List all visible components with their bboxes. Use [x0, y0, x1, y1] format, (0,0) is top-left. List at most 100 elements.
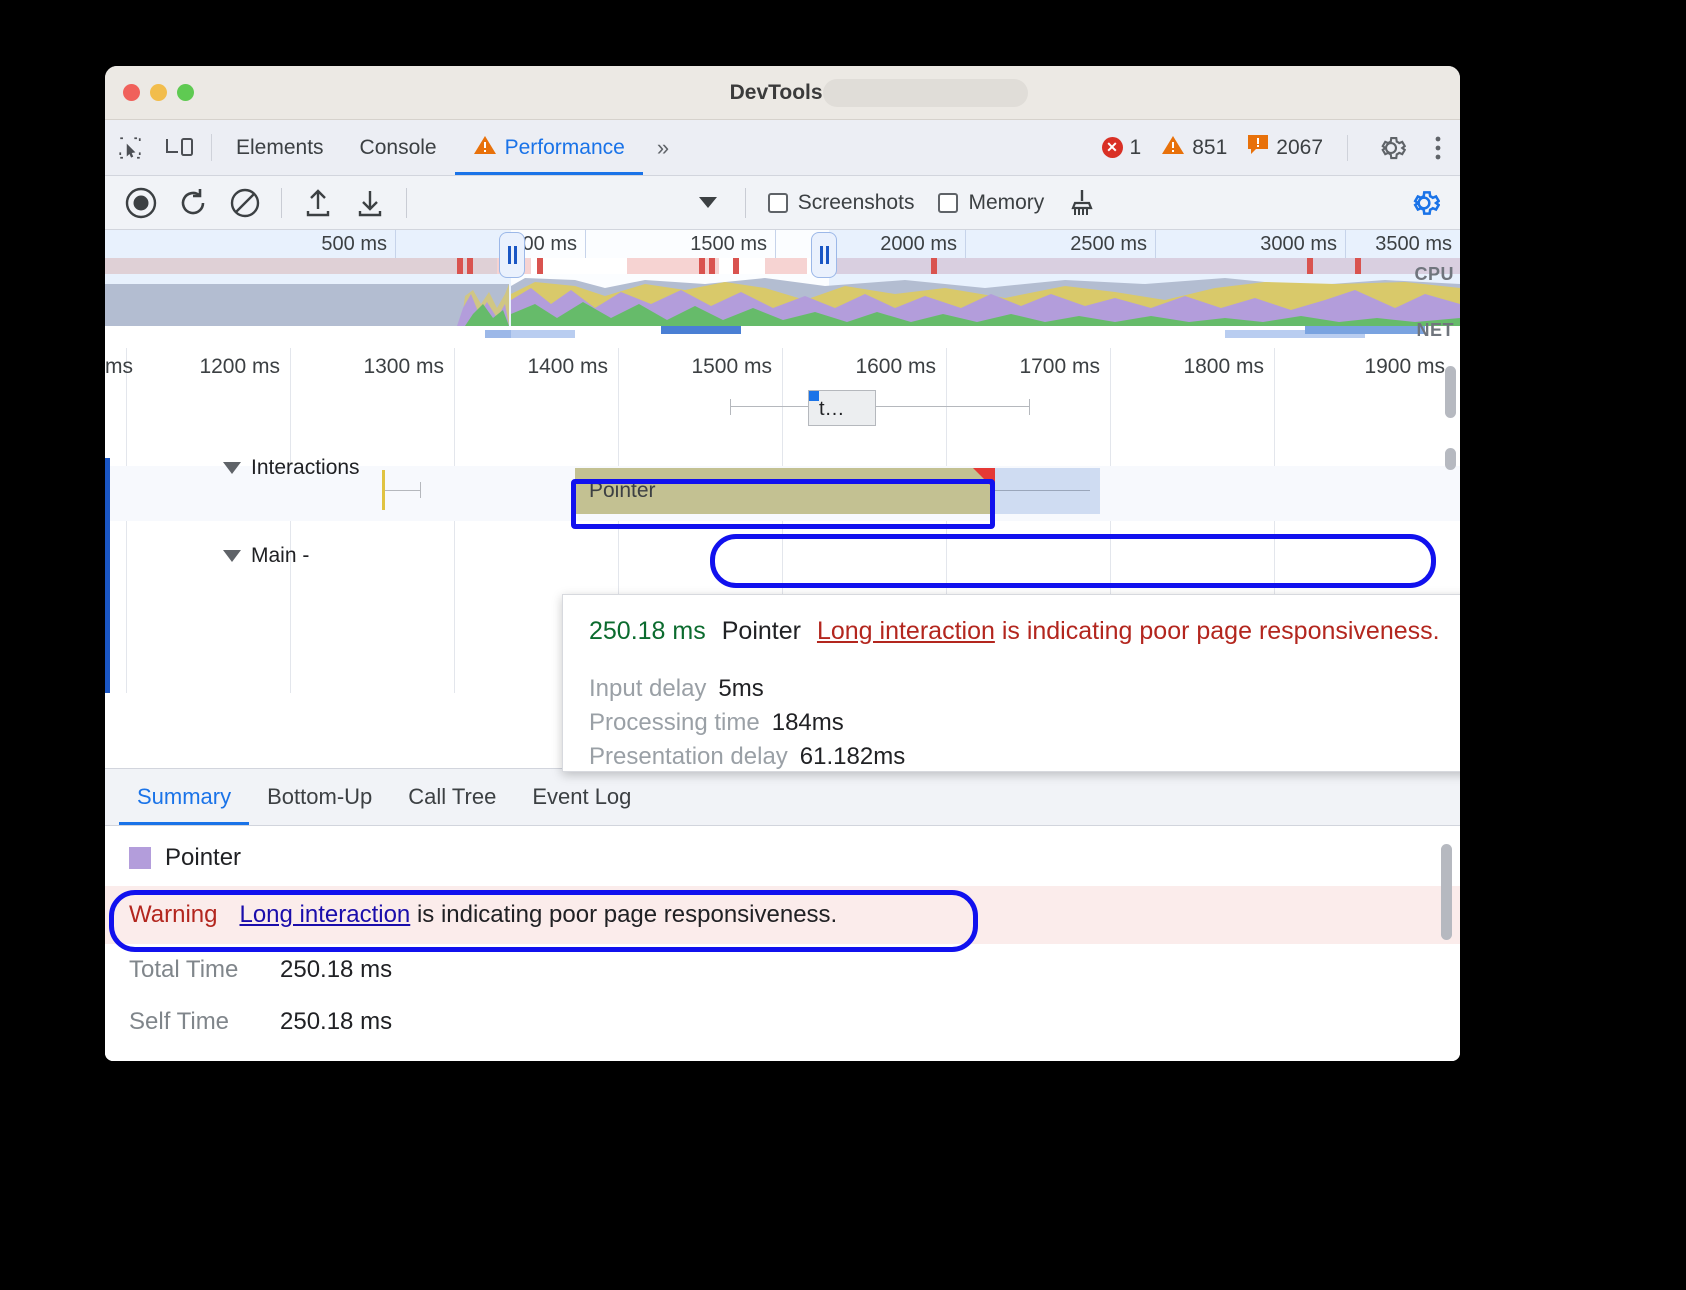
tooltip-row-key: Presentation delay: [589, 740, 788, 774]
tab-call-tree-label: Call Tree: [408, 784, 496, 810]
tab-console[interactable]: Console: [342, 120, 455, 175]
issue-counter[interactable]: 2067: [1241, 134, 1329, 162]
performance-toolbar: Screenshots Memory: [105, 176, 1460, 230]
network-request-row[interactable]: t…: [730, 390, 1030, 426]
reload-record-icon[interactable]: [167, 181, 219, 225]
tab-console-label: Console: [360, 136, 437, 160]
tab-summary-label: Summary: [137, 784, 231, 810]
self-time-value: 250.18 ms: [280, 1008, 392, 1036]
tooltip-warning-text: is indicating poor page responsiveness.: [995, 617, 1440, 645]
screenshots-label: Screenshots: [798, 191, 915, 215]
summary-warning-row: Warning Long interaction is indicating p…: [105, 886, 1460, 944]
summary-row-total-time: Total Time 250.18 ms: [105, 944, 1460, 996]
chevron-down-icon: [699, 197, 717, 208]
overview-cpu-label: CPU: [1414, 264, 1454, 285]
devtools-window: DevTools - Elements Console P: [105, 66, 1460, 1061]
window-title-bar: DevTools -: [105, 66, 1460, 120]
error-count: 1: [1130, 136, 1142, 160]
issue-counters: ✕ 1 851 2067: [1096, 120, 1460, 175]
tooltip-row-key: Input delay: [589, 672, 706, 706]
issue-count: 2067: [1276, 136, 1323, 160]
checkbox-box: [768, 193, 788, 213]
event-tooltip: 250.18 ms Pointer Long interaction is in…: [562, 594, 1460, 772]
tooltip-warning-link[interactable]: Long interaction: [817, 617, 995, 645]
tab-event-log-label: Event Log: [532, 784, 631, 810]
more-tabs-button[interactable]: »: [643, 120, 683, 175]
selection-left-rail: [105, 458, 110, 693]
tab-elements-label: Elements: [236, 136, 324, 160]
inspect-icon[interactable]: [105, 120, 155, 175]
error-counter[interactable]: ✕ 1: [1096, 136, 1148, 160]
overview-network-chart: [105, 326, 1460, 348]
timeline-scroll-thumb-secondary[interactable]: [1445, 448, 1456, 470]
pointer-interaction-tail: [995, 468, 1100, 514]
pointer-interaction-bar[interactable]: Pointer: [575, 468, 995, 514]
overview-tick: 1500 ms: [586, 230, 776, 258]
left-window-handle[interactable]: [499, 232, 525, 278]
overview-ruler: 500 ms 1000 ms 1500 ms 2000 ms 2500 ms 3…: [105, 230, 1460, 258]
warning-label: Warning: [129, 901, 217, 929]
memory-checkbox[interactable]: Memory: [926, 191, 1056, 215]
track-interactions[interactable]: Interactions: [223, 456, 360, 480]
overview-cpu-chart: [105, 274, 1460, 326]
timeline-vertical-scrollbar[interactable]: [1445, 366, 1456, 418]
timeline-overview[interactable]: 500 ms 1000 ms 1500 ms 2000 ms 2500 ms 3…: [105, 230, 1460, 348]
broom-icon[interactable]: [1056, 181, 1108, 225]
tooltip-row-value: 5ms: [718, 672, 763, 706]
minimize-window-button[interactable]: [150, 84, 167, 101]
right-window-handle[interactable]: [811, 232, 837, 278]
warning-triangle-icon: [473, 134, 497, 162]
tooltip-event-name: Pointer: [722, 617, 801, 646]
tab-elements[interactable]: Elements: [218, 120, 342, 175]
tooltip-row: Processing time 184ms: [589, 706, 1460, 740]
upload-icon[interactable]: [292, 181, 344, 225]
track-main[interactable]: Main -: [223, 544, 309, 568]
gear-icon[interactable]: [1366, 133, 1416, 163]
tab-bottom-up[interactable]: Bottom-Up: [249, 769, 390, 825]
warning-counter[interactable]: 851: [1155, 134, 1233, 162]
overview-tick: 3000 ms: [1156, 230, 1346, 258]
tab-call-tree[interactable]: Call Tree: [390, 769, 514, 825]
memory-label: Memory: [968, 191, 1044, 215]
device-toolbar-icon[interactable]: [155, 120, 205, 175]
clear-icon[interactable]: [219, 181, 271, 225]
overview-net-label: NET: [1417, 320, 1455, 341]
details-tab-strip: Summary Bottom-Up Call Tree Event Log: [105, 769, 1460, 826]
maximize-window-button[interactable]: [177, 84, 194, 101]
toolbar-divider: [211, 134, 212, 161]
tooltip-duration: 250.18 ms: [589, 617, 706, 646]
record-icon[interactable]: [115, 181, 167, 225]
tab-summary[interactable]: Summary: [119, 769, 249, 825]
overview-tick: 2500 ms: [966, 230, 1156, 258]
kebab-menu-icon[interactable]: [1424, 133, 1452, 163]
tooltip-row-value: 61.182ms: [800, 740, 905, 774]
download-icon[interactable]: [344, 181, 396, 225]
long-interaction-link[interactable]: Long interaction: [239, 901, 410, 928]
overview-tick: 1000 ms: [396, 230, 586, 258]
warning-icon: [1161, 134, 1185, 162]
recording-selector[interactable]: [427, 186, 725, 220]
tab-event-log[interactable]: Event Log: [514, 769, 649, 825]
gear-icon-blue[interactable]: [1398, 181, 1450, 225]
summary-vertical-scrollbar[interactable]: [1441, 844, 1452, 940]
long-interaction-corner-icon: [973, 468, 995, 490]
self-time-key: Self Time: [129, 1008, 254, 1036]
toolbar-divider: [281, 188, 282, 218]
toolbar-divider: [406, 188, 407, 218]
overview-tick: 3500 ms: [1346, 230, 1460, 258]
tab-bottom-up-label: Bottom-Up: [267, 784, 372, 810]
warning-message: is indicating poor page responsiveness.: [410, 901, 837, 928]
warning-count: 851: [1192, 136, 1227, 160]
close-window-button[interactable]: [123, 84, 140, 101]
tooltip-row-key: Processing time: [589, 706, 760, 740]
track-main-label: Main -: [251, 544, 309, 568]
chevron-down-icon: [223, 462, 241, 474]
tab-performance[interactable]: Performance: [455, 120, 643, 175]
tooltip-detail-rows: Input delay 5ms Processing time 184ms Pr…: [589, 672, 1460, 774]
tooltip-row: Presentation delay 61.182ms: [589, 740, 1460, 774]
window-title: DevTools -: [105, 81, 1460, 105]
legend-label: Pointer: [165, 844, 241, 872]
total-time-key: Total Time: [129, 956, 254, 984]
screenshots-checkbox[interactable]: Screenshots: [756, 191, 927, 215]
overview-tick: 500 ms: [105, 230, 396, 258]
